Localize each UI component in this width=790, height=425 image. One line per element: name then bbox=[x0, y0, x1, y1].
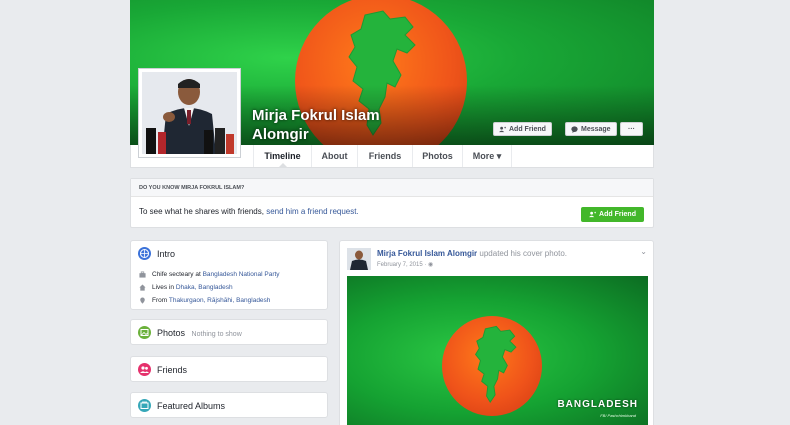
post-author-avatar[interactable] bbox=[347, 248, 371, 270]
add-friend-icon bbox=[589, 211, 597, 218]
messenger-icon bbox=[571, 125, 578, 133]
add-friend-button[interactable]: Add Friend bbox=[493, 122, 552, 136]
send-friend-request-link[interactable]: send him a friend request. bbox=[266, 207, 359, 216]
tab-more[interactable]: More ▾ bbox=[462, 145, 512, 167]
home-icon bbox=[139, 284, 146, 291]
post-options-chevron-icon[interactable]: ⌄ bbox=[640, 247, 647, 256]
more-dots-icon: ··· bbox=[628, 125, 635, 133]
albums-icon bbox=[138, 399, 151, 412]
intro-from-link[interactable]: Thakurgaon, Rājshāhi, Bangladesh bbox=[169, 297, 271, 304]
friend-request-heading: DO YOU KNOW MIRJA FOKRUL ISLAM? bbox=[131, 179, 653, 197]
intro-row-work: Chife secteary at Bangladesh National Pa… bbox=[139, 271, 280, 278]
intro-lives-prefix: Lives in bbox=[152, 284, 175, 291]
post-photo[interactable]: BANGLADESH FB/ Pashchimkhand bbox=[347, 276, 648, 425]
photos-card[interactable]: Photos Nothing to show bbox=[130, 319, 328, 345]
add-friend-icon bbox=[499, 126, 506, 132]
public-globe-icon: ◉ bbox=[428, 262, 434, 268]
tab-about[interactable]: About bbox=[311, 145, 357, 167]
tab-label: About bbox=[321, 151, 348, 161]
intro-row-lives: Lives in Dhaka, Bangladesh bbox=[139, 284, 233, 291]
tab-timeline[interactable]: Timeline bbox=[253, 145, 311, 167]
message-label: Message bbox=[581, 125, 611, 133]
profile-name: Mirja Fokrul Islam Alomgir bbox=[252, 107, 380, 143]
friend-request-card: DO YOU KNOW MIRJA FOKRUL ISLAM? To see w… bbox=[130, 178, 654, 228]
intro-row-from: From Thakurgaon, Rājshāhi, Bangladesh bbox=[139, 297, 270, 304]
intro-work-prefix: Chife secteary at bbox=[152, 271, 201, 278]
bangladesh-map-icon bbox=[474, 325, 517, 404]
post-header: Mirja Fokrul Islam Alomgir updated his c… bbox=[377, 249, 567, 258]
post-date-text: February 7, 2015 · bbox=[377, 262, 429, 268]
friends-card[interactable]: Friends bbox=[130, 356, 328, 382]
location-pin-icon bbox=[140, 297, 145, 304]
add-friend-label: Add Friend bbox=[509, 125, 546, 133]
add-friend-green-button[interactable]: Add Friend bbox=[581, 207, 644, 222]
friend-request-prefix: To see what he shares with friends, bbox=[139, 207, 264, 216]
profile-page: Mirja Fokrul Islam Alomgir Add Friend Me… bbox=[130, 0, 654, 425]
tab-label: More ▾ bbox=[472, 151, 502, 161]
photo-brand-text: BANGLADESH bbox=[557, 399, 638, 410]
message-button[interactable]: Message bbox=[565, 122, 617, 136]
add-friend-green-label: Add Friend bbox=[599, 211, 636, 218]
tab-label: Photos bbox=[422, 151, 453, 161]
briefcase-icon bbox=[139, 271, 146, 278]
globe-icon bbox=[138, 247, 151, 260]
profile-picture[interactable] bbox=[138, 68, 241, 158]
tab-friends[interactable]: Friends bbox=[357, 145, 412, 167]
photos-title-text: Photos bbox=[157, 328, 186, 338]
tab-label: Friends bbox=[368, 151, 402, 161]
post-author-link[interactable]: Mirja Fokrul Islam Alomgir bbox=[377, 249, 477, 258]
tab-label: Timeline bbox=[264, 151, 301, 161]
photos-note: Nothing to show bbox=[191, 331, 242, 338]
cover-update-post: Mirja Fokrul Islam Alomgir updated his c… bbox=[339, 240, 654, 425]
featured-albums-title: Featured Albums bbox=[157, 401, 226, 411]
featured-albums-card[interactable]: Featured Albums bbox=[130, 392, 328, 418]
photos-icon bbox=[138, 326, 151, 339]
post-date[interactable]: February 7, 2015 · ◉ bbox=[377, 261, 433, 268]
intro-lives-link[interactable]: Dhaka, Bangladesh bbox=[176, 284, 233, 291]
intro-card: Intro Chife secteary at Bangladesh Natio… bbox=[130, 240, 328, 310]
intro-from-prefix: From bbox=[152, 297, 168, 304]
friend-request-text: To see what he shares with friends, send… bbox=[139, 207, 359, 216]
photos-title: Photos Nothing to show bbox=[157, 328, 242, 338]
more-options-button[interactable]: ··· bbox=[620, 122, 643, 136]
friends-icon bbox=[138, 363, 151, 376]
post-action: updated his cover photo. bbox=[479, 249, 568, 258]
tab-photos[interactable]: Photos bbox=[412, 145, 462, 167]
intro-title: Intro bbox=[157, 249, 176, 259]
author-avatar-icon bbox=[347, 248, 371, 270]
profile-photo-image bbox=[142, 72, 237, 154]
friends-title: Friends bbox=[157, 365, 188, 375]
person-at-podium-icon bbox=[142, 72, 237, 154]
intro-work-link[interactable]: Bangladesh National Party bbox=[203, 271, 280, 278]
photo-brand-subtext: FB/ Pashchimkhand bbox=[600, 413, 636, 418]
